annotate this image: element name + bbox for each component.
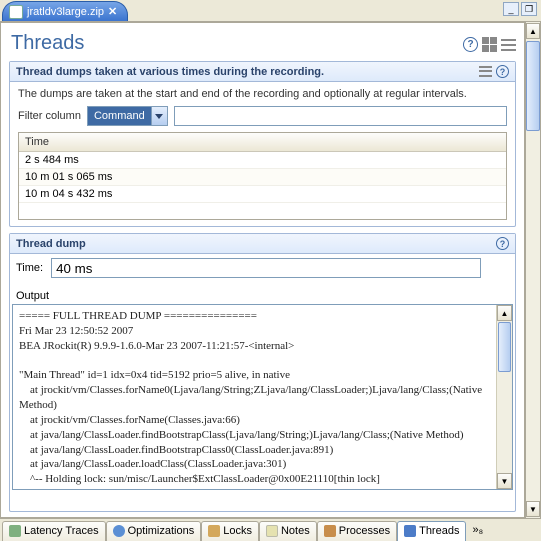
table-row[interactable]: 2 s 484 ms	[19, 152, 506, 169]
tab-label: Optimizations	[128, 525, 195, 537]
thread-dump-help-icon[interactable]: ?	[496, 237, 509, 250]
table-row[interactable]: 10 m 04 s 432 ms	[19, 186, 506, 203]
thread-dump-title: Thread dump	[16, 238, 86, 250]
thread-dumps-header: Thread dumps taken at various times duri…	[10, 62, 515, 82]
tab-label: Locks	[223, 525, 252, 537]
optimizations-icon	[113, 525, 125, 537]
table-row[interactable]: 10 m 01 s 065 ms	[19, 169, 506, 186]
filter-column-label: Filter column	[18, 110, 81, 122]
output-label: Output	[16, 290, 515, 302]
scroll-down-icon[interactable]: ▼	[526, 501, 540, 517]
scroll-thumb[interactable]	[526, 41, 540, 131]
tab-processes[interactable]: Processes	[317, 521, 397, 541]
tab-label: Notes	[281, 525, 310, 537]
filter-column-combo[interactable]: Command	[87, 106, 168, 126]
scroll-up-icon[interactable]: ▲	[497, 305, 512, 321]
thread-dumps-title: Thread dumps taken at various times duri…	[16, 66, 324, 78]
tab-optimizations[interactable]: Optimizations	[106, 521, 202, 541]
scroll-thumb[interactable]	[498, 322, 511, 372]
file-tab-bar: jratldv3large.zip ✕ _ ❐	[0, 0, 541, 22]
maximize-button[interactable]: ❐	[521, 2, 537, 16]
thread-dumps-table: Time 2 s 484 ms 10 m 01 s 065 ms 10 m 04…	[18, 132, 507, 220]
content-area: Threads ? Thread dumps taken at various …	[0, 22, 525, 518]
tab-latency-traces[interactable]: Latency Traces	[2, 521, 106, 541]
section-list-icon[interactable]	[479, 65, 492, 78]
table-empty-row	[19, 203, 506, 219]
section-help-icon[interactable]: ?	[496, 65, 509, 78]
table-column-time[interactable]: Time	[19, 133, 506, 152]
tab-threads[interactable]: Threads	[397, 521, 466, 541]
filter-text-input[interactable]	[174, 106, 507, 126]
scroll-up-icon[interactable]: ▲	[526, 23, 540, 39]
time-label: Time:	[16, 262, 43, 274]
time-field[interactable]	[51, 258, 481, 278]
output-content[interactable]: ===== FULL THREAD DUMP =============== F…	[13, 305, 496, 489]
thread-dump-header: Thread dump ?	[10, 234, 515, 254]
page-title: Threads	[9, 28, 84, 61]
file-tab-label: jratldv3large.zip	[27, 6, 104, 18]
scroll-down-icon[interactable]: ▼	[497, 473, 512, 489]
tab-notes[interactable]: Notes	[259, 521, 317, 541]
tab-locks[interactable]: Locks	[201, 521, 259, 541]
bottom-tab-bar: Latency Traces Optimizations Locks Notes…	[0, 518, 541, 540]
filter-column-value: Command	[88, 107, 151, 125]
notes-icon	[266, 525, 278, 537]
chevron-down-icon[interactable]	[151, 107, 167, 125]
threads-icon	[404, 525, 416, 537]
latency-icon	[9, 525, 21, 537]
file-icon	[9, 5, 23, 19]
close-icon[interactable]: ✕	[108, 5, 117, 18]
tab-label: Processes	[339, 525, 390, 537]
thread-dumps-section: Thread dumps taken at various times duri…	[9, 61, 516, 227]
file-tab[interactable]: jratldv3large.zip ✕	[2, 1, 128, 21]
tabs-overflow-button[interactable]: »₈	[466, 524, 489, 536]
lock-icon	[208, 525, 220, 537]
thread-dumps-description: The dumps are taken at the start and end…	[18, 88, 507, 106]
window-controls: _ ❐	[503, 2, 537, 16]
view-grid-icon[interactable]	[482, 37, 497, 52]
minimize-button[interactable]: _	[503, 2, 519, 16]
output-box: ===== FULL THREAD DUMP =============== F…	[12, 304, 513, 490]
view-list-icon[interactable]	[501, 37, 516, 52]
tab-label: Latency Traces	[24, 525, 99, 537]
page-scrollbar[interactable]: ▲ ▼	[525, 22, 541, 518]
thread-dump-section: Thread dump ? Time: Output ===== FULL TH…	[9, 233, 516, 512]
help-icon[interactable]: ?	[463, 37, 478, 52]
output-scrollbar[interactable]: ▲ ▼	[496, 305, 512, 489]
tab-label: Threads	[419, 525, 459, 537]
processes-icon	[324, 525, 336, 537]
